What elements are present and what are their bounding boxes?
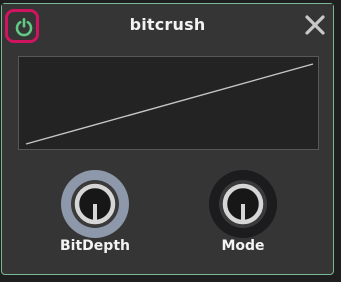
bitdepth-knob[interactable] — [59, 168, 131, 240]
bitcrush-device-panel: bitcrush BitDepth Mode — [1, 3, 334, 275]
close-icon[interactable] — [303, 13, 327, 37]
mode-knob[interactable] — [207, 168, 279, 240]
transfer-curve — [25, 63, 314, 145]
device-title: bitcrush — [129, 15, 206, 34]
bitdepth-label: BitDepth — [60, 238, 130, 254]
mode-label: Mode — [221, 238, 265, 254]
bitcrush-transfer-graph — [18, 56, 319, 150]
